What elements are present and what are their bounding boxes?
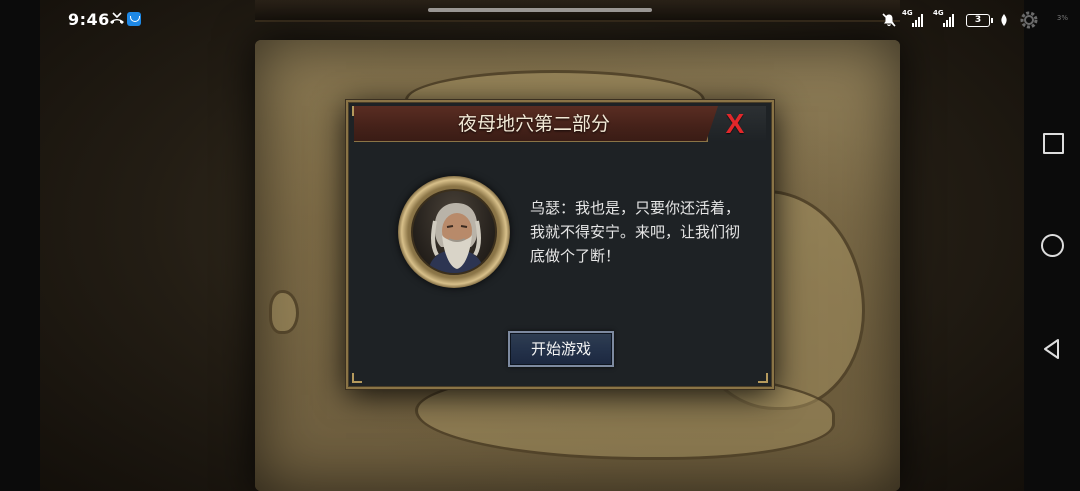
back-triangle-icon[interactable] <box>1040 337 1064 361</box>
dialog-title: 夜母地穴第二部分 <box>457 113 610 135</box>
gesture-handle[interactable] <box>428 8 652 12</box>
quest-dialog: 夜母地穴第二部分 X 乌瑟：我也是，只要你还活着，我就不得安宁。来吧，让我们彻底… <box>346 100 774 389</box>
status-bar: 9:46 4G 4G 3 3% <box>0 0 1080 40</box>
gear-icon[interactable] <box>1018 9 1040 31</box>
signal-strength-2-icon: 4G <box>933 9 954 27</box>
status-icons: 4G 4G 3 <box>882 9 1008 30</box>
close-button[interactable]: X <box>706 106 766 142</box>
portrait-frame <box>398 176 510 288</box>
status-time: 9:46 <box>68 10 110 29</box>
close-icon[interactable]: X <box>722 110 748 138</box>
app-notification-icon <box>127 12 141 26</box>
system-nav-bar <box>1024 40 1080 491</box>
dialog-header: 夜母地穴第二部分 X <box>354 106 766 142</box>
network-type-2: 4G <box>933 9 944 17</box>
battery-icon: 3 <box>966 13 993 27</box>
recents-square-icon[interactable] <box>1040 130 1064 154</box>
charging-leaf-icon <box>1001 14 1007 26</box>
missed-call-icon <box>110 12 124 24</box>
dialog-corner-ornament <box>758 373 768 383</box>
character-portrait-art <box>427 203 485 273</box>
network-type-1: 4G <box>902 9 913 17</box>
status-percent: 3% <box>1056 14 1068 22</box>
map-island-left <box>269 290 299 334</box>
bell-muted-icon <box>882 13 896 27</box>
signal-strength-1-icon: 4G <box>902 9 923 27</box>
character-portrait <box>411 189 497 275</box>
home-circle-icon[interactable] <box>1040 233 1064 257</box>
start-game-button[interactable]: 开始游戏 <box>508 331 614 367</box>
dialog-corner-ornament <box>352 373 362 383</box>
dialog-message: 乌瑟：我也是，只要你还活着，我就不得安宁。来吧，让我们彻底做个了断！ <box>530 199 741 265</box>
